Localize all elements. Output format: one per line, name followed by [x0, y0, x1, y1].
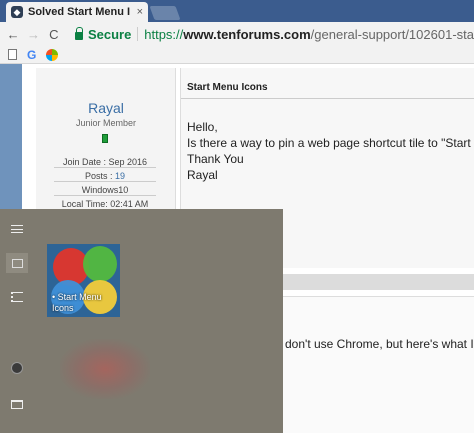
bookmark-google-icon[interactable]: G — [27, 48, 36, 62]
tab-title: Solved Start Menu I — [28, 6, 131, 18]
tab-strip: ◆ Solved Start Menu I × — [0, 0, 474, 22]
avatar — [11, 362, 23, 374]
start-menu-rail — [0, 209, 34, 433]
address-bar[interactable]: https://www.tenforums.com/general-suppor… — [144, 27, 474, 42]
post-line: Hello, — [187, 120, 218, 134]
tiles-icon — [11, 258, 23, 268]
post-line: Is there a way to pin a web page shortcu… — [187, 136, 474, 150]
folder-icon — [11, 399, 23, 409]
tile-logo-green — [83, 246, 117, 282]
user-info-panel: Rayal Junior Member Join Date : Sep 2016… — [36, 68, 176, 210]
hamburger-icon — [11, 225, 23, 233]
user-os: Windows10 — [54, 184, 156, 196]
reply-text: don't use Chrome, but here's what I fo — [285, 337, 474, 351]
lock-icon — [74, 27, 83, 40]
user-account-button[interactable] — [6, 358, 28, 378]
reply-post: don't use Chrome, but here's what I fo — [283, 296, 474, 433]
pinned-tiles-button[interactable] — [6, 253, 28, 273]
blurred-app-tile[interactable] — [60, 339, 150, 399]
site-favicon: ◆ — [11, 6, 23, 18]
url-scheme: https:// — [144, 26, 184, 42]
post-count-label: Posts : — [84, 171, 115, 181]
forward-button[interactable]: → — [26, 27, 40, 42]
url-path: /general-support/102601-sta — [310, 26, 474, 42]
all-apps-button[interactable] — [6, 287, 28, 307]
browser-toolbar: ← → C Secure https://www.tenforums.com/g… — [0, 22, 474, 46]
online-status-icon — [102, 134, 108, 143]
post-separator-bar — [283, 274, 474, 290]
address-separator — [137, 27, 139, 41]
bookmark-windows-icon[interactable] — [46, 48, 59, 61]
tile-label: • Start Menu Icons — [52, 292, 102, 313]
username-link[interactable]: Rayal — [36, 100, 176, 116]
bookmarks-bar: G — [0, 46, 474, 64]
post-divider — [181, 98, 474, 99]
new-tab-button[interactable] — [149, 6, 181, 20]
join-date: Join Date : Sep 2016 — [54, 156, 156, 168]
file-explorer-button[interactable] — [6, 394, 28, 414]
url-host: www.tenforums.com — [183, 26, 311, 42]
user-rank: Junior Member — [75, 118, 137, 128]
start-menu: • Start Menu Icons — [0, 209, 283, 433]
post-title: Start Menu Icons — [187, 82, 268, 93]
reload-button[interactable]: C — [47, 27, 61, 42]
expand-menu-button[interactable] — [6, 219, 28, 239]
tab-current[interactable]: ◆ Solved Start Menu I × — [6, 2, 148, 22]
start-menu-icons-tile[interactable]: • Start Menu Icons — [47, 244, 120, 317]
post-line: Rayal — [187, 168, 218, 182]
post-count-link[interactable]: 19 — [115, 171, 125, 181]
tab-close-icon[interactable]: × — [137, 6, 143, 18]
bookmark-page-icon[interactable] — [8, 49, 17, 60]
post-line: Thank You — [187, 152, 244, 166]
secure-label: Secure — [87, 26, 132, 42]
back-button[interactable]: ← — [6, 27, 20, 42]
post-count: Posts : 19 — [54, 170, 156, 182]
list-icon — [11, 292, 23, 302]
